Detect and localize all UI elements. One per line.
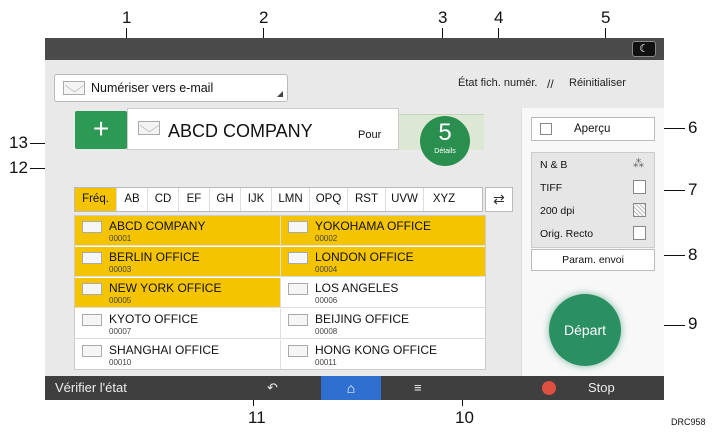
list-item[interactable]: YOKOHAMA OFFICE 00002 [281,216,485,246]
figure: 1 2 3 4 5 6 7 8 9 10 11 12 13 ☾ Numérise… [0,0,716,433]
destination-name: ABCD COMPANY [168,121,313,141]
tab-freq[interactable]: Fréq. [75,188,117,211]
destination-count: 5 [438,119,452,146]
preview-label: Aperçu [574,123,611,135]
envelope-icon [63,81,85,95]
envelope-icon [82,283,102,295]
list-item[interactable]: BEIJING OFFICE 00008 [281,309,485,339]
preview-button[interactable]: Aperçu [531,117,655,141]
home-icon[interactable]: ⌂ [321,376,381,400]
original-side-value: Orig. Recto [540,228,594,240]
top-status-bar: ☾ [45,38,664,60]
stop-button[interactable]: Stop [588,376,615,400]
resolution-icon [633,203,646,217]
callout-8: 8 [688,245,698,264]
list-item[interactable]: LONDON OFFICE 00004 [281,247,485,277]
callout-13: 13 [9,133,28,152]
list-item[interactable]: SHANGHAI OFFICE 00010 [75,340,281,369]
scan-settings-summary[interactable]: N & B ⁂ TIFF 200 dpi Orig. Recto [531,152,655,248]
callout-9: 9 [688,314,698,333]
callout-6: 6 [688,118,698,137]
callout-4: 4 [494,8,504,27]
callout-11: 11 [248,408,266,427]
list-item[interactable]: ABCD COMPANY 00001 [75,216,281,246]
scan-mode-label: Numériser vers e-mail [91,81,214,95]
tab-gh[interactable]: GH [210,188,241,211]
envelope-icon [288,252,308,264]
callout-1: 1 [122,8,132,27]
tab-cd[interactable]: CD [148,188,179,211]
list-item[interactable]: KYOTO OFFICE 00007 [75,309,281,339]
callout-7: 7 [688,180,698,199]
list-item[interactable]: LOS ANGELES 00006 [281,278,485,308]
callout-5: 5 [601,8,611,27]
send-settings-button[interactable]: Param. envoi [531,249,655,271]
destination-list: ABCD COMPANY 00001 YOKOHAMA OFFICE 00002 B… [74,215,486,370]
envelope-icon [288,314,308,326]
tab-uvw[interactable]: UVW [386,188,424,211]
envelope-icon [82,314,102,326]
bottom-bar: Vérifier l'état ↶ ⌂ ≡ Stop [45,376,664,400]
back-icon[interactable]: ↶ [267,376,278,400]
callout-10: 10 [455,408,474,427]
envelope-icon [288,283,308,295]
envelope-icon [288,221,308,233]
list-item[interactable]: NEW YORK OFFICE 00005 [75,278,281,308]
envelope-icon [138,121,160,135]
scan-mode-selector[interactable]: Numériser vers e-mail [54,74,288,102]
envelope-icon [288,345,308,357]
add-destination-button[interactable]: + [75,111,127,149]
file-type-value: TIFF [540,182,563,194]
destination-count-button[interactable]: 5 Détails [420,116,470,166]
list-item[interactable]: BERLIN OFFICE 00003 [75,247,281,277]
callout-3: 3 [438,8,448,27]
envelope-icon [82,345,102,357]
tab-rst[interactable]: RST [348,188,386,211]
tab-ef[interactable]: EF [179,188,210,211]
preview-checkbox[interactable] [540,123,552,135]
energy-saver-icon[interactable]: ☾ [632,41,656,57]
list-item[interactable]: HONG KONG OFFICE 00011 [281,340,485,369]
tab-opq[interactable]: OPQ [310,188,348,211]
color-dots-icon: ⁂ [633,158,644,170]
slash-icon: // [547,77,554,91]
tab-xyz[interactable]: XYZ [424,188,464,211]
color-mode-value: N & B [540,159,568,171]
resolution-value: 200 dpi [540,205,575,217]
control-panel-screen: ☾ Numériser vers e-mail État fich. numér… [45,38,664,400]
envelope-icon [82,252,102,264]
tab-lmn[interactable]: LMN [272,188,310,211]
file-status-link[interactable]: État fich. numér. [458,77,537,89]
details-label: Détails [434,148,456,155]
callout-2: 2 [259,8,269,27]
reset-button[interactable]: Réinitialiser [569,77,626,89]
stop-icon [542,381,556,395]
address-book-index-tabs: Fréq. AB CD EF GH IJK LMN OPQ RST UVW XY… [74,187,483,212]
start-button[interactable]: Départ [549,294,621,366]
file-type-icon [633,180,646,194]
check-status-button[interactable]: Vérifier l'état [55,376,127,400]
destination-type-label: Pour [358,129,382,141]
original-side-icon [633,226,646,240]
tab-ab[interactable]: AB [117,188,148,211]
swap-list-icon[interactable]: ⇄ [485,187,513,212]
figure-id: DRC958 [671,417,706,427]
corner-triangle-icon [277,91,283,97]
tab-ijk[interactable]: IJK [241,188,272,211]
callout-12: 12 [9,158,28,177]
envelope-icon [82,221,102,233]
menu-icon[interactable]: ≡ [414,376,422,400]
